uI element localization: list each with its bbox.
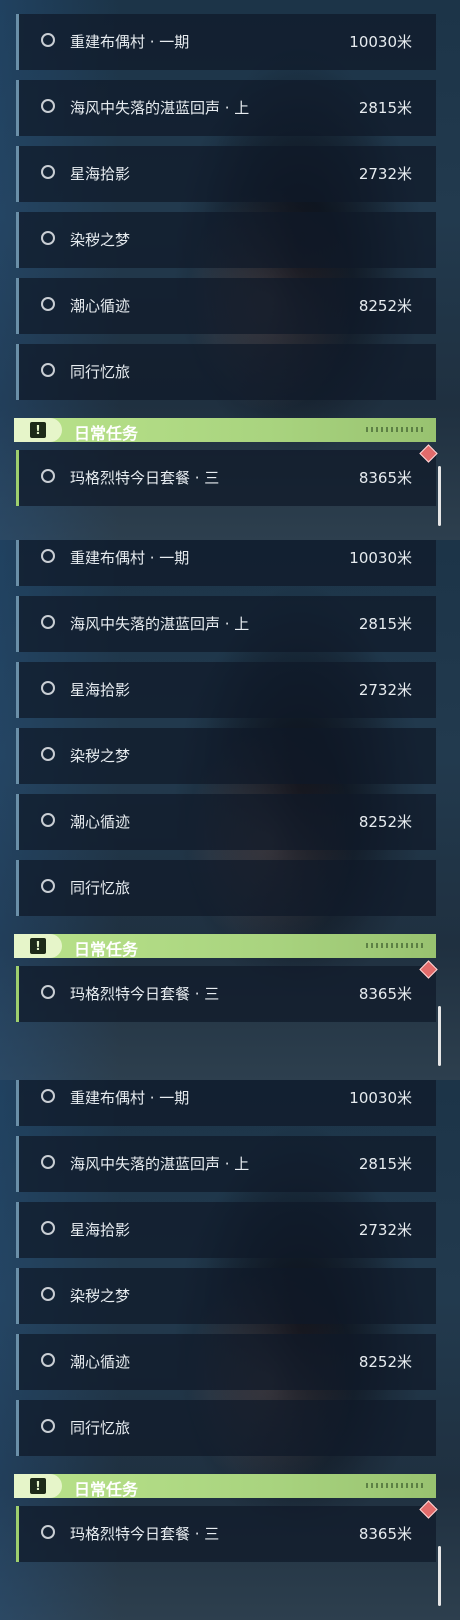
quest-name: 同行忆旅: [70, 879, 131, 897]
quest-distance: 2815米: [358, 1155, 412, 1173]
category-badge: !: [14, 418, 62, 442]
quest-distance: 8365米: [358, 985, 412, 1003]
decorative-stripes: [366, 427, 426, 432]
circle-icon: [41, 813, 55, 827]
quest-row[interactable]: 星海拾影 2732米: [16, 146, 436, 202]
quest-name: 星海拾影: [70, 165, 131, 183]
quest-name: 同行忆旅: [70, 363, 131, 381]
quest-name: 星海拾影: [70, 681, 131, 699]
quest-name: 海风中失落的湛蓝回声 · 上: [70, 615, 250, 633]
quest-name: 重建布偶村 · 一期: [70, 33, 190, 51]
quest-distance: 8252米: [358, 1353, 412, 1371]
circle-icon: [41, 99, 55, 113]
circle-icon: [41, 1353, 55, 1367]
quest-distance: 10030米: [349, 33, 412, 51]
quest-row[interactable]: 同行忆旅: [16, 344, 436, 400]
circle-icon: [41, 549, 55, 563]
quest-name: 染秽之梦: [70, 1287, 131, 1305]
quest-row[interactable]: 染秽之梦: [16, 728, 436, 784]
quest-name: 海风中失落的湛蓝回声 · 上: [70, 99, 250, 117]
category-title: 日常任务: [74, 424, 139, 443]
daily-quest-row[interactable]: 玛格烈特今日套餐 · 三 8365米: [16, 450, 436, 506]
quest-distance: 2815米: [358, 615, 412, 633]
quest-distance: 2732米: [358, 165, 412, 183]
exclamation-icon: !: [30, 1478, 46, 1494]
scrollbar-thumb[interactable]: [438, 466, 441, 526]
circle-icon: [41, 681, 55, 695]
quest-distance: 8252米: [358, 813, 412, 831]
circle-icon: [41, 1419, 55, 1433]
quest-name: 重建布偶村 · 一期: [70, 1089, 190, 1107]
circle-icon: [41, 1525, 55, 1539]
scrollbar-thumb[interactable]: [438, 1546, 441, 1606]
quest-distance: 2815米: [358, 99, 412, 117]
quest-name: 重建布偶村 · 一期: [70, 549, 190, 567]
circle-icon: [41, 297, 55, 311]
quest-name: 潮心循迹: [70, 297, 131, 315]
circle-icon: [41, 33, 55, 47]
exclamation-icon: !: [30, 422, 46, 438]
quest-distance: 2732米: [358, 681, 412, 699]
quest-name: 海风中失落的湛蓝回声 · 上: [70, 1155, 250, 1173]
circle-icon: [41, 1089, 55, 1103]
quest-row[interactable]: 潮心循迹 8252米: [16, 278, 436, 334]
circle-icon: [41, 469, 55, 483]
quest-row[interactable]: 星海拾影 2732米: [16, 662, 436, 718]
quest-row[interactable]: 染秽之梦: [16, 212, 436, 268]
circle-icon: [41, 1155, 55, 1169]
circle-icon: [41, 1287, 55, 1301]
quest-distance: 10030米: [349, 549, 412, 567]
quest-row[interactable]: 重建布偶村 · 一期 10030米: [16, 14, 436, 70]
circle-icon: [41, 363, 55, 377]
daily-category-header[interactable]: ! 日常任务: [14, 1474, 436, 1499]
quest-distance: 2732米: [358, 1221, 412, 1239]
circle-icon: [41, 165, 55, 179]
quest-distance: 8365米: [358, 1525, 412, 1543]
quest-name: 潮心循迹: [70, 813, 131, 831]
daily-category-header[interactable]: ! 日常任务: [14, 934, 436, 959]
quest-name: 玛格烈特今日套餐 · 三: [70, 985, 220, 1003]
quest-distance: 8252米: [358, 297, 412, 315]
daily-quest-row[interactable]: 玛格烈特今日套餐 · 三 8365米: [16, 966, 436, 1022]
quest-row[interactable]: 染秽之梦: [16, 1268, 436, 1324]
quest-name: 玛格烈特今日套餐 · 三: [70, 469, 220, 487]
scrollbar-thumb[interactable]: [438, 1006, 441, 1066]
quest-distance: 10030米: [349, 1089, 412, 1107]
quest-row[interactable]: 潮心循迹 8252米: [16, 794, 436, 850]
quest-panel-3: 重建布偶村 · 一期 10030米 海风中失落的湛蓝回声 · 上 2815米 星…: [0, 1080, 460, 1620]
decorative-stripes: [366, 1483, 426, 1488]
circle-icon: [41, 231, 55, 245]
quest-name: 潮心循迹: [70, 1353, 131, 1371]
category-title: 日常任务: [74, 1480, 139, 1499]
daily-category-header[interactable]: ! 日常任务: [14, 418, 436, 443]
quest-row[interactable]: 同行忆旅: [16, 1400, 436, 1456]
quest-row[interactable]: 海风中失落的湛蓝回声 · 上 2815米: [16, 596, 436, 652]
quest-row[interactable]: 重建布偶村 · 一期 10030米: [16, 1080, 436, 1126]
quest-row[interactable]: 潮心循迹 8252米: [16, 1334, 436, 1390]
quest-row[interactable]: 海风中失落的湛蓝回声 · 上 2815米: [16, 1136, 436, 1192]
quest-name: 玛格烈特今日套餐 · 三: [70, 1525, 220, 1543]
circle-icon: [41, 615, 55, 629]
circle-icon: [41, 1221, 55, 1235]
quest-row[interactable]: 同行忆旅: [16, 860, 436, 916]
quest-row[interactable]: 重建布偶村 · 一期 10030米: [16, 540, 436, 586]
category-badge: !: [14, 934, 62, 958]
category-badge: !: [14, 1474, 62, 1498]
circle-icon: [41, 747, 55, 761]
quest-name: 星海拾影: [70, 1221, 131, 1239]
quest-distance: 8365米: [358, 469, 412, 487]
quest-name: 染秽之梦: [70, 231, 131, 249]
quest-name: 染秽之梦: [70, 747, 131, 765]
daily-quest-row[interactable]: 玛格烈特今日套餐 · 三 8365米: [16, 1506, 436, 1562]
decorative-stripes: [366, 943, 426, 948]
quest-row[interactable]: 海风中失落的湛蓝回声 · 上 2815米: [16, 80, 436, 136]
quest-panel-2: 重建布偶村 · 一期 10030米 海风中失落的湛蓝回声 · 上 2815米 星…: [0, 540, 460, 1080]
quest-panel-1: 重建布偶村 · 一期 10030米 海风中失落的湛蓝回声 · 上 2815米 星…: [0, 0, 460, 540]
circle-icon: [41, 985, 55, 999]
quest-row[interactable]: 星海拾影 2732米: [16, 1202, 436, 1258]
circle-icon: [41, 879, 55, 893]
category-title: 日常任务: [74, 940, 139, 959]
quest-name: 同行忆旅: [70, 1419, 131, 1437]
exclamation-icon: !: [30, 938, 46, 954]
